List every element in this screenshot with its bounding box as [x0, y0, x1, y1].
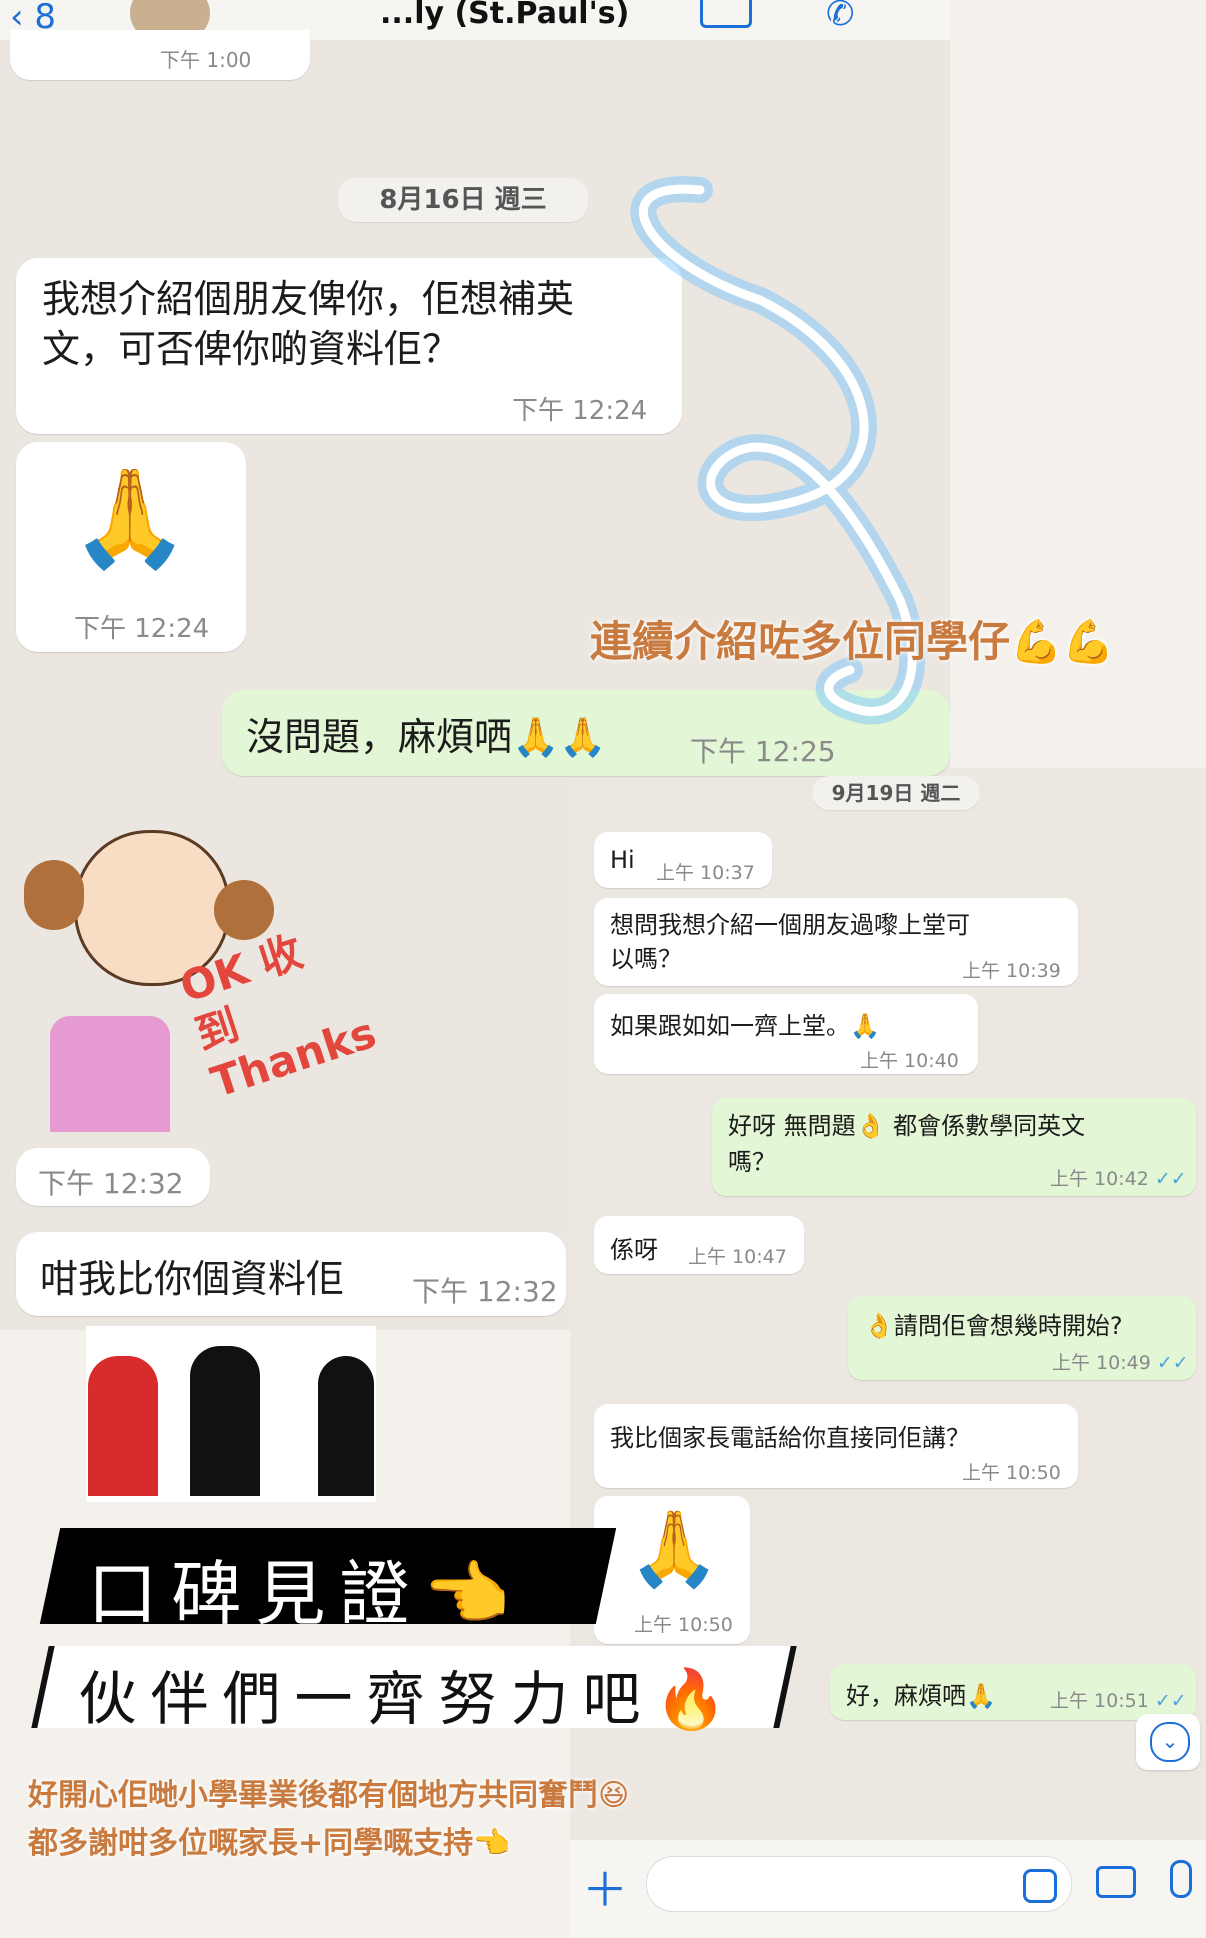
- plus-icon[interactable]: ＋: [582, 1854, 628, 1920]
- message-bubble-incoming[interactable]: 咁我比你個資料佢 下午 12:32: [16, 1232, 566, 1316]
- message-bubble-incoming[interactable]: 想問我想介紹一個朋友過嚟上堂可 以嗎？ 上午 10:39: [594, 898, 1078, 986]
- praying-hands-emoji: 🙏: [628, 1506, 721, 1592]
- message-bubble-outgoing[interactable]: 沒問題，麻煩哂🙏🙏 下午 12:25: [222, 690, 950, 776]
- message-text: 好，麻煩哂🙏: [846, 1682, 996, 1710]
- message-time: 上午 10:49 ✓✓: [1052, 1352, 1189, 1374]
- video-call-icon[interactable]: [700, 0, 752, 28]
- sticker-icon[interactable]: [1023, 1869, 1057, 1903]
- ok-sticker[interactable]: OK 收到 Thanks: [14, 820, 382, 1140]
- message-text: 好呀 無問題👌 都會係數學同英文 嗎？: [728, 1112, 1086, 1176]
- message-bubble-outgoing[interactable]: 好，麻煩哂🙏 上午 10:51 ✓✓: [830, 1664, 1196, 1720]
- date-pill-sep19: 9月19日 週二: [812, 776, 980, 810]
- message-text: 我想介紹個朋友俾你，佢想補英 文，可否俾你啲資料佢？: [42, 277, 575, 371]
- gif-figure-2: [190, 1346, 260, 1496]
- message-bubble-incoming[interactable]: 我想介紹個朋友俾你，佢想補英 文，可否俾你啲資料佢？ 下午 12:24: [16, 258, 682, 434]
- back-button[interactable]: ‹ 8: [10, 0, 56, 34]
- praying-hands-emoji: 🙏: [70, 462, 190, 574]
- emoji-message-bubble[interactable]: 🙏 上午 10:50: [594, 1496, 750, 1644]
- mic-icon[interactable]: [1170, 1860, 1192, 1898]
- scroll-down-button[interactable]: ⌄: [1136, 1714, 1200, 1770]
- message-time: 下午 12:32: [412, 1275, 558, 1308]
- ribbon-partners: 伙伴們一齊努力吧🔥: [31, 1646, 797, 1733]
- message-time: 上午 10:50: [962, 1462, 1061, 1484]
- emoji-message-bubble[interactable]: 🙏 下午 12:24: [16, 442, 246, 652]
- read-ticks-icon: ✓✓: [1156, 1352, 1189, 1374]
- sticker-girl-dress: [50, 1016, 170, 1132]
- message-text: 沒問題，麻煩哂🙏🙏: [246, 715, 607, 759]
- message-time: 下午 12:24: [74, 614, 210, 644]
- chat-title[interactable]: ...ly (St.Paul's): [380, 0, 629, 31]
- message-time: 上午 10:51 ✓✓: [1050, 1690, 1187, 1712]
- sticker-girl-hair-right: [214, 880, 274, 940]
- message-time: 下午 12:24: [512, 396, 648, 426]
- message-text: 想問我想介紹一個朋友過嚟上堂可 以嗎？: [610, 911, 970, 973]
- chevron-down-icon: ⌄: [1150, 1722, 1190, 1762]
- message-time: 上午 10:40: [860, 1050, 959, 1072]
- message-text: 咁我比你個資料佢: [40, 1257, 345, 1301]
- dancing-gif[interactable]: [86, 1326, 376, 1502]
- message-bubble-incoming[interactable]: Hi 上午 10:37: [594, 832, 772, 888]
- message-time: 上午 10:47: [688, 1246, 787, 1268]
- message-text: 👌請問佢會想幾時開始?: [864, 1312, 1123, 1340]
- caption-bottom-line1: 好開心佢哋小學畢業後都有個地方共同奮鬥😆: [28, 1778, 630, 1813]
- message-time: 上午 10:50: [634, 1614, 733, 1636]
- message-time: 上午 10:42 ✓✓: [1050, 1168, 1187, 1190]
- message-time: 下午 12:25: [690, 735, 836, 768]
- message-time: 上午 10:39: [962, 960, 1061, 982]
- gif-figure-3: [318, 1356, 374, 1496]
- sticker-time-bubble: 下午 12:32: [16, 1148, 210, 1206]
- message-text: 係呀: [610, 1236, 658, 1264]
- message-text: Hi: [610, 846, 635, 874]
- phone-icon[interactable]: ✆: [826, 0, 855, 34]
- message-input-bar: ＋: [570, 1840, 1206, 1938]
- message-bubble-outgoing[interactable]: 👌請問佢會想幾時開始? 上午 10:49 ✓✓: [848, 1296, 1196, 1380]
- sticker-girl-hair-left: [24, 860, 84, 930]
- date-pill-aug16: 8月16日 週三: [338, 178, 588, 222]
- partial-top-bubble: 下午 1:00: [10, 30, 310, 80]
- caption-bottom-line2: 都多謝咁多位嘅家長+同學嘅支持👈: [28, 1826, 511, 1861]
- caption-top: 連續介紹咗多位同學仔💪💪: [590, 617, 1115, 666]
- message-bubble-incoming[interactable]: 係呀 上午 10:47: [594, 1216, 804, 1274]
- camera-icon[interactable]: [1096, 1866, 1136, 1898]
- message-time: 上午 10:37: [656, 862, 755, 884]
- gif-figure-1: [88, 1356, 158, 1496]
- message-text: 我比個家長電話給你直接同佢講？: [610, 1424, 970, 1452]
- ribbon-testimonial: 口碑見證👈: [39, 1528, 617, 1635]
- message-bubble-outgoing[interactable]: 好呀 無問題👌 都會係數學同英文 嗎？ 上午 10:42 ✓✓: [712, 1098, 1196, 1196]
- message-input[interactable]: [646, 1856, 1072, 1912]
- read-ticks-icon: ✓✓: [1154, 1168, 1187, 1190]
- message-bubble-incoming[interactable]: 如果跟如如一齊上堂。🙏 上午 10:40: [594, 994, 978, 1074]
- read-ticks-icon: ✓✓: [1154, 1690, 1187, 1712]
- message-text: 如果跟如如一齊上堂。🙏: [610, 1012, 880, 1040]
- message-bubble-incoming[interactable]: 我比個家長電話給你直接同佢講？ 上午 10:50: [594, 1404, 1078, 1488]
